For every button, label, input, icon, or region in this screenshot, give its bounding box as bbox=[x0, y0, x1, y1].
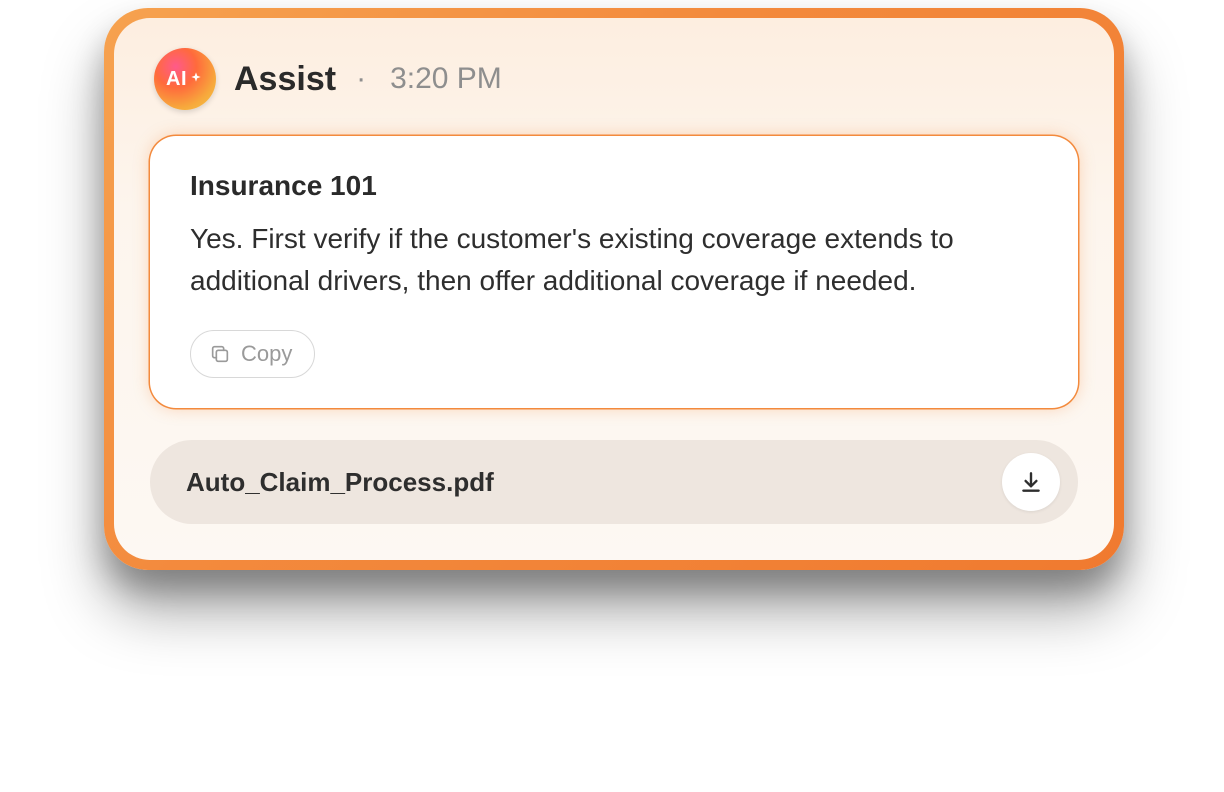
copy-button[interactable]: Copy bbox=[190, 330, 315, 378]
download-icon bbox=[1018, 469, 1044, 495]
message-header: AI Assist · 3:20 PM bbox=[150, 48, 1078, 110]
sender-name: Assist bbox=[234, 60, 336, 99]
attachment-filename: Auto_Claim_Process.pdf bbox=[186, 467, 494, 498]
avatar-label: AI bbox=[166, 68, 204, 91]
assist-avatar: AI bbox=[154, 48, 216, 110]
separator-dot: · bbox=[356, 64, 366, 94]
download-button[interactable] bbox=[1002, 453, 1060, 511]
copy-icon bbox=[209, 343, 231, 365]
answer-card: Insurance 101 Yes. First verify if the c… bbox=[150, 136, 1078, 408]
copy-button-label: Copy bbox=[241, 341, 292, 367]
attachment-row[interactable]: Auto_Claim_Process.pdf bbox=[150, 440, 1078, 524]
assist-message-inner: AI Assist · 3:20 PM Insurance 101 Yes. F… bbox=[114, 18, 1114, 560]
assist-message-card: AI Assist · 3:20 PM Insurance 101 Yes. F… bbox=[104, 8, 1124, 570]
timestamp: 3:20 PM bbox=[390, 62, 502, 96]
sparkle-icon bbox=[188, 71, 204, 87]
answer-title: Insurance 101 bbox=[190, 170, 1038, 202]
answer-body: Yes. First verify if the customer's exis… bbox=[190, 218, 970, 302]
avatar-text: AI bbox=[166, 68, 187, 91]
